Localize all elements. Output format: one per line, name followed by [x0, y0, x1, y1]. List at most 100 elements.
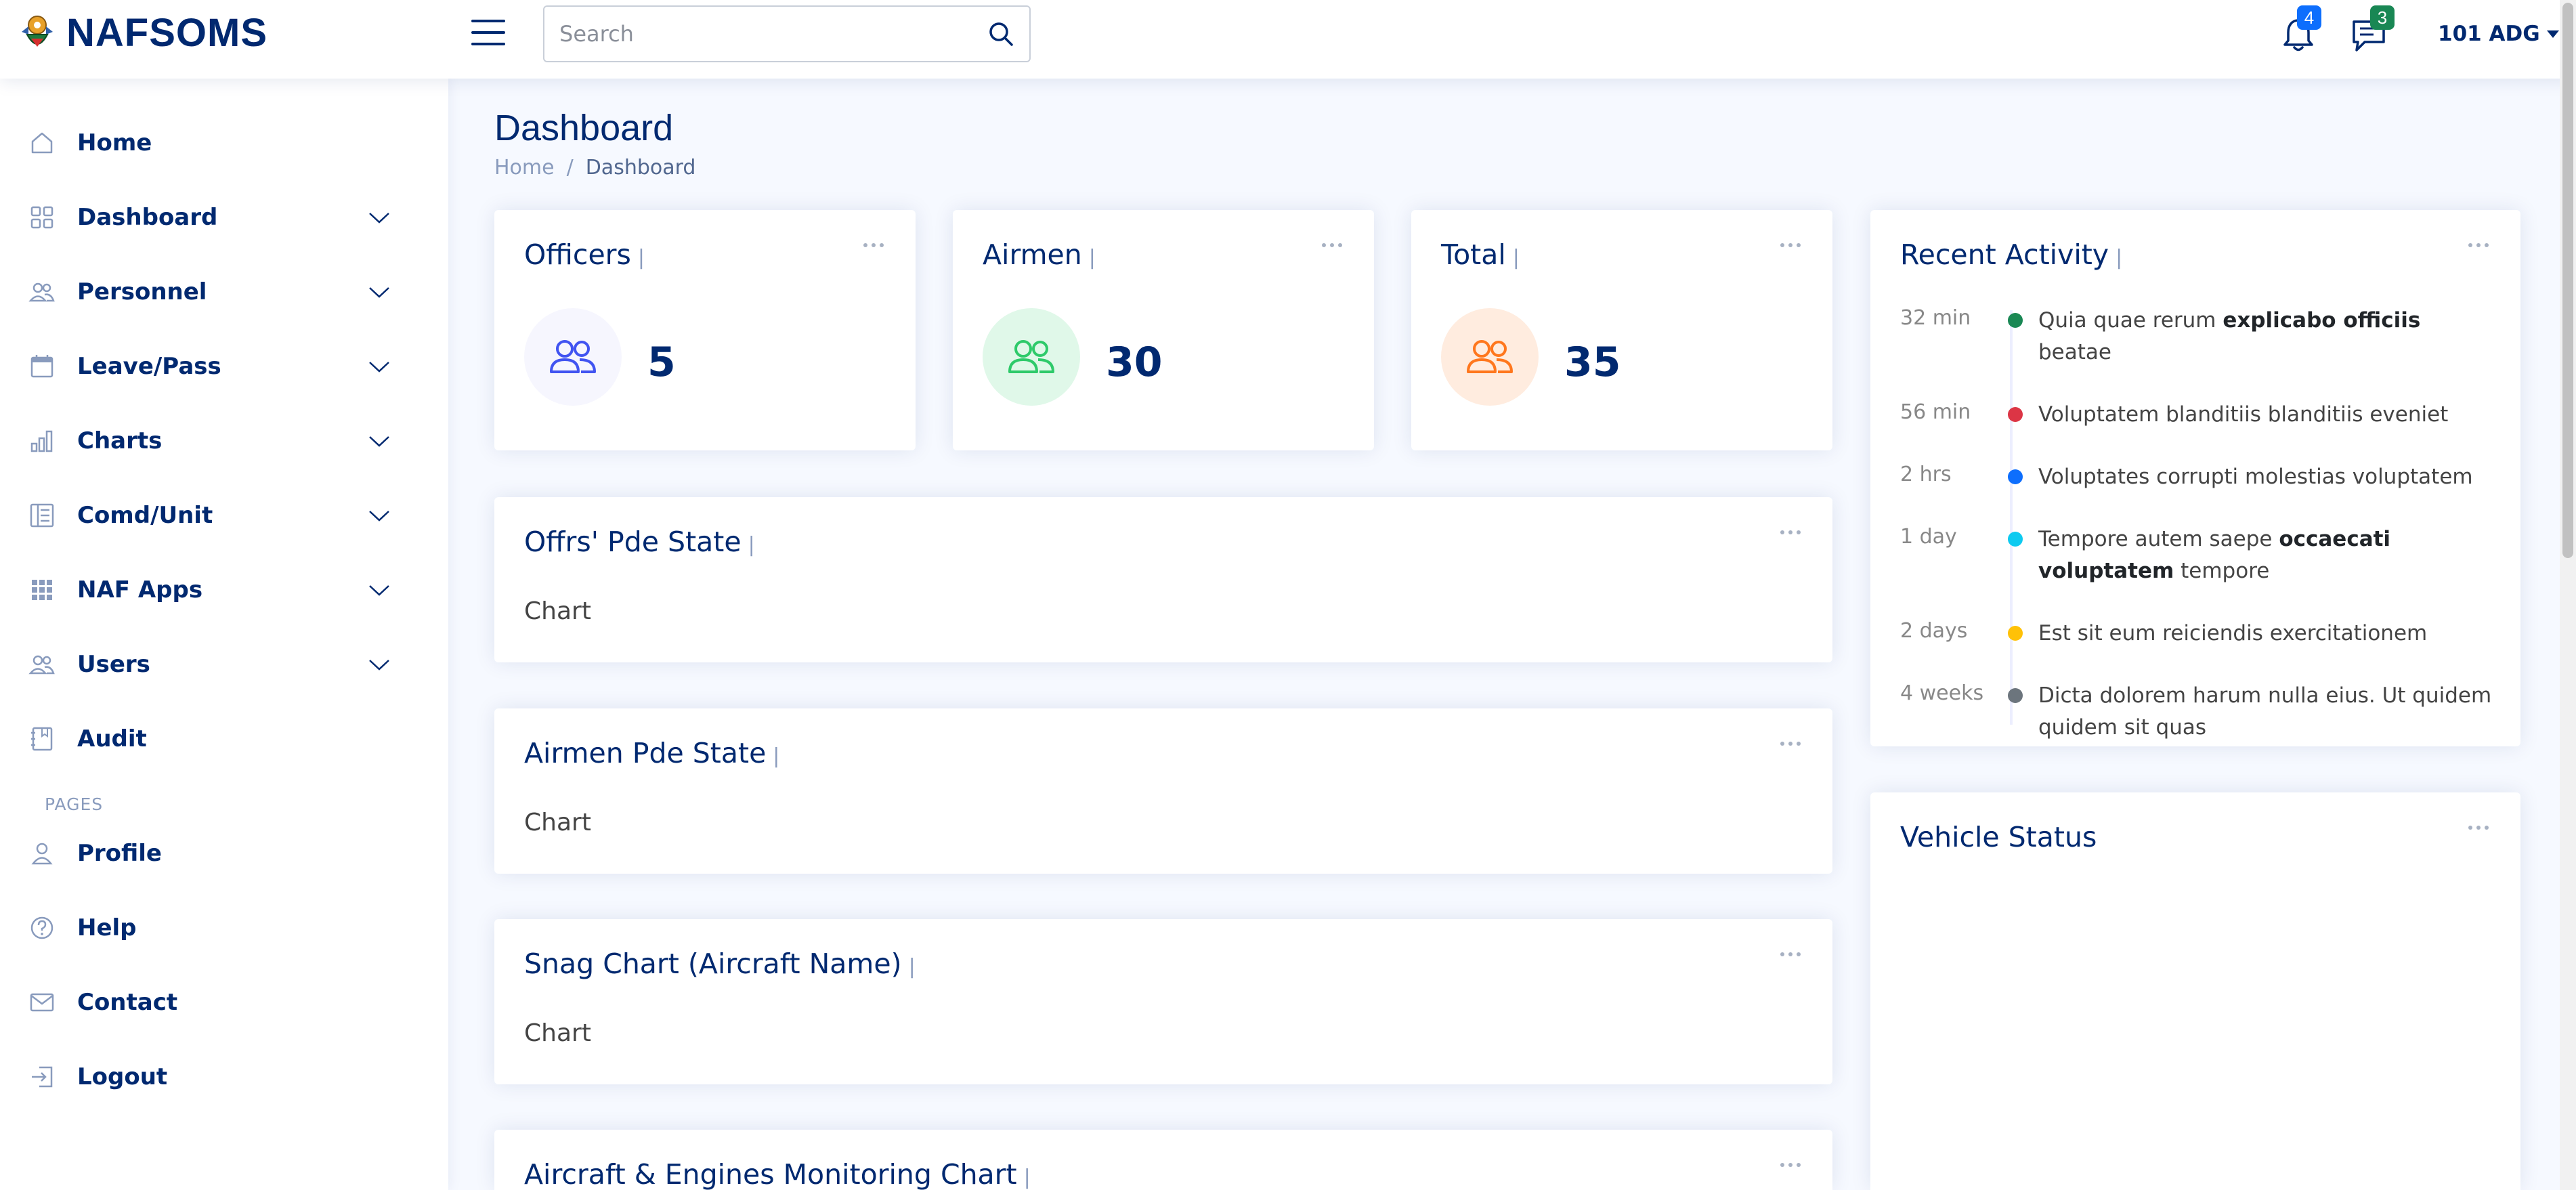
card-title: Airmen Pde State | — [524, 737, 779, 769]
people-icon — [27, 650, 57, 679]
sidebar-item-users[interactable]: Users — [27, 636, 406, 693]
activity-text: Tempore autem saepe occaecati voluptatem… — [2038, 524, 2496, 587]
card-title: Offrs' Pde State | — [524, 526, 755, 558]
sidebar-item-label: Home — [77, 129, 152, 156]
activity-item: 2 hrs Voluptates corrupti molestias volup… — [1900, 461, 2496, 493]
person-icon — [27, 838, 57, 868]
messages-badge: 3 — [2370, 5, 2395, 30]
activity-dot-wrap — [2002, 524, 2038, 587]
people-icon — [27, 277, 57, 307]
airmen-pde-state-card: Airmen Pde State | Chart — [494, 708, 1832, 874]
status-dot-icon — [2008, 532, 2023, 547]
activity-list: 32 min Quia quae rerum explicabo officiis… — [1900, 305, 2496, 744]
activity-text-part: Dicta dolorem harum nulla eius. Ut quide… — [2038, 683, 2492, 740]
activity-time: 32 min — [1900, 306, 1971, 330]
sidebar-item-comd-unit[interactable]: Comd/Unit — [27, 487, 406, 544]
more-options-icon[interactable] — [1320, 241, 1344, 249]
card-title-text: Aircraft & Engines Monitoring Chart — [524, 1158, 1017, 1190]
sidebar-item-logout[interactable]: Logout — [27, 1048, 406, 1105]
title-separator: | — [1512, 246, 1520, 270]
activity-dot-wrap — [2002, 399, 2038, 431]
sidebar-item-personnel[interactable]: Personnel — [27, 263, 406, 320]
hamburger-icon — [471, 20, 505, 45]
search-icon — [989, 22, 1013, 46]
status-dot-icon — [2008, 688, 2023, 703]
journal-icon — [27, 724, 57, 754]
activity-text-part: Voluptates corrupti molestias voluptatem — [2038, 465, 2473, 489]
scrollbar-thumb[interactable] — [2562, 3, 2573, 558]
activity-time: 56 min — [1900, 400, 1971, 424]
sidebar-item-audit[interactable]: Audit — [27, 710, 406, 767]
sidebar-item-label: Comd/Unit — [77, 502, 213, 529]
grid-icon — [27, 203, 57, 232]
activity-dot-wrap — [2002, 618, 2038, 650]
caret-down-icon — [2546, 30, 2559, 38]
title-separator: | — [908, 955, 916, 979]
breadcrumb-current: Dashboard — [585, 156, 696, 179]
activity-text-bold: explicabo officiis — [2223, 308, 2421, 333]
logo[interactable]: NAFSOMS — [18, 9, 267, 57]
card-title: Vehicle Status — [1900, 821, 2097, 853]
activity-text: Est sit eum reiciendis exercitationem — [2038, 618, 2496, 650]
envelope-icon — [27, 987, 57, 1017]
sidebar-item-label: NAF Apps — [77, 576, 203, 603]
recent-activity-card: Recent Activity | 32 min Quia quae rerum e… — [1870, 210, 2520, 746]
sidebar-item-label: Audit — [77, 725, 147, 752]
sidebar-item-charts[interactable]: Charts — [27, 412, 406, 469]
more-options-icon[interactable] — [861, 241, 886, 249]
top-header: NAFSOMS 4 3 101 ADG — [0, 0, 2576, 79]
more-options-icon[interactable] — [1778, 528, 1803, 536]
naf-crest-icon — [22, 16, 53, 47]
more-options-icon[interactable] — [2466, 824, 2491, 832]
airmen-count: 30 — [1106, 339, 1163, 386]
apps-grid-icon — [27, 575, 57, 605]
more-options-icon[interactable] — [1778, 950, 1803, 958]
search-input[interactable] — [544, 7, 972, 61]
people-icon — [524, 308, 622, 406]
sidebar-item-help[interactable]: Help — [27, 899, 406, 956]
total-card: Total | 35 — [1411, 210, 1832, 450]
logo-text: NAFSOMS — [66, 11, 267, 55]
sidebar-item-home[interactable]: Home — [27, 114, 406, 171]
breadcrumb-home-link[interactable]: Home — [494, 156, 555, 179]
total-count: 35 — [1564, 339, 1621, 386]
activity-dot-wrap — [2002, 680, 2038, 744]
chevron-down-icon — [369, 511, 389, 522]
more-options-icon[interactable] — [2466, 241, 2491, 249]
more-options-icon[interactable] — [1778, 241, 1803, 249]
sidebar-item-naf-apps[interactable]: NAF Apps — [27, 561, 406, 618]
activity-item: 4 weeks Dicta dolorem harum nulla eius. U… — [1900, 680, 2496, 744]
sidebar-item-label: Users — [77, 651, 150, 678]
notifications-badge: 4 — [2297, 5, 2321, 30]
card-title-text: Officers — [524, 238, 631, 271]
sidebar-item-profile[interactable]: Profile — [27, 825, 406, 882]
messages-button[interactable]: 3 — [2346, 5, 2395, 56]
page-scrollbar[interactable] — [2560, 0, 2576, 1190]
sidebar-item-label: Help — [77, 914, 137, 941]
sidebar-item-leave-pass[interactable]: Leave/Pass — [27, 338, 406, 395]
activity-dot-wrap — [2002, 305, 2038, 368]
sidebar-item-contact[interactable]: Contact — [27, 974, 406, 1031]
title-separator: | — [637, 246, 645, 270]
activity-time: 2 hrs — [1900, 463, 1952, 486]
activity-item: 1 day Tempore autem saepe occaecati volup… — [1900, 524, 2496, 587]
logout-icon — [27, 1062, 57, 1092]
card-title: Total | — [1441, 238, 1520, 271]
card-title: Aircraft & Engines Monitoring Chart | — [524, 1158, 1031, 1190]
status-dot-icon — [2008, 626, 2023, 641]
snag-chart-card: Snag Chart (Aircraft Name) | Chart — [494, 919, 1832, 1084]
activity-text: Quia quae rerum explicabo officiis beata… — [2038, 305, 2496, 368]
chart-placeholder: Chart — [524, 597, 591, 625]
user-label: 101 ADG — [2438, 22, 2540, 46]
more-options-icon[interactable] — [1778, 1161, 1803, 1169]
activity-item: 56 min Voluptatem blanditiis blanditiis e… — [1900, 399, 2496, 431]
more-options-icon[interactable] — [1778, 740, 1803, 748]
sidebar-toggle-button[interactable] — [470, 17, 507, 48]
title-separator: | — [1023, 1166, 1031, 1189]
search-button[interactable] — [972, 7, 1029, 61]
activity-time: 1 day — [1900, 525, 1957, 549]
sidebar-item-dashboard[interactable]: Dashboard — [27, 189, 406, 246]
notifications-button[interactable]: 4 — [2277, 5, 2325, 56]
user-menu-dropdown[interactable]: 101 ADG — [2438, 19, 2559, 49]
chevron-down-icon — [369, 585, 389, 596]
